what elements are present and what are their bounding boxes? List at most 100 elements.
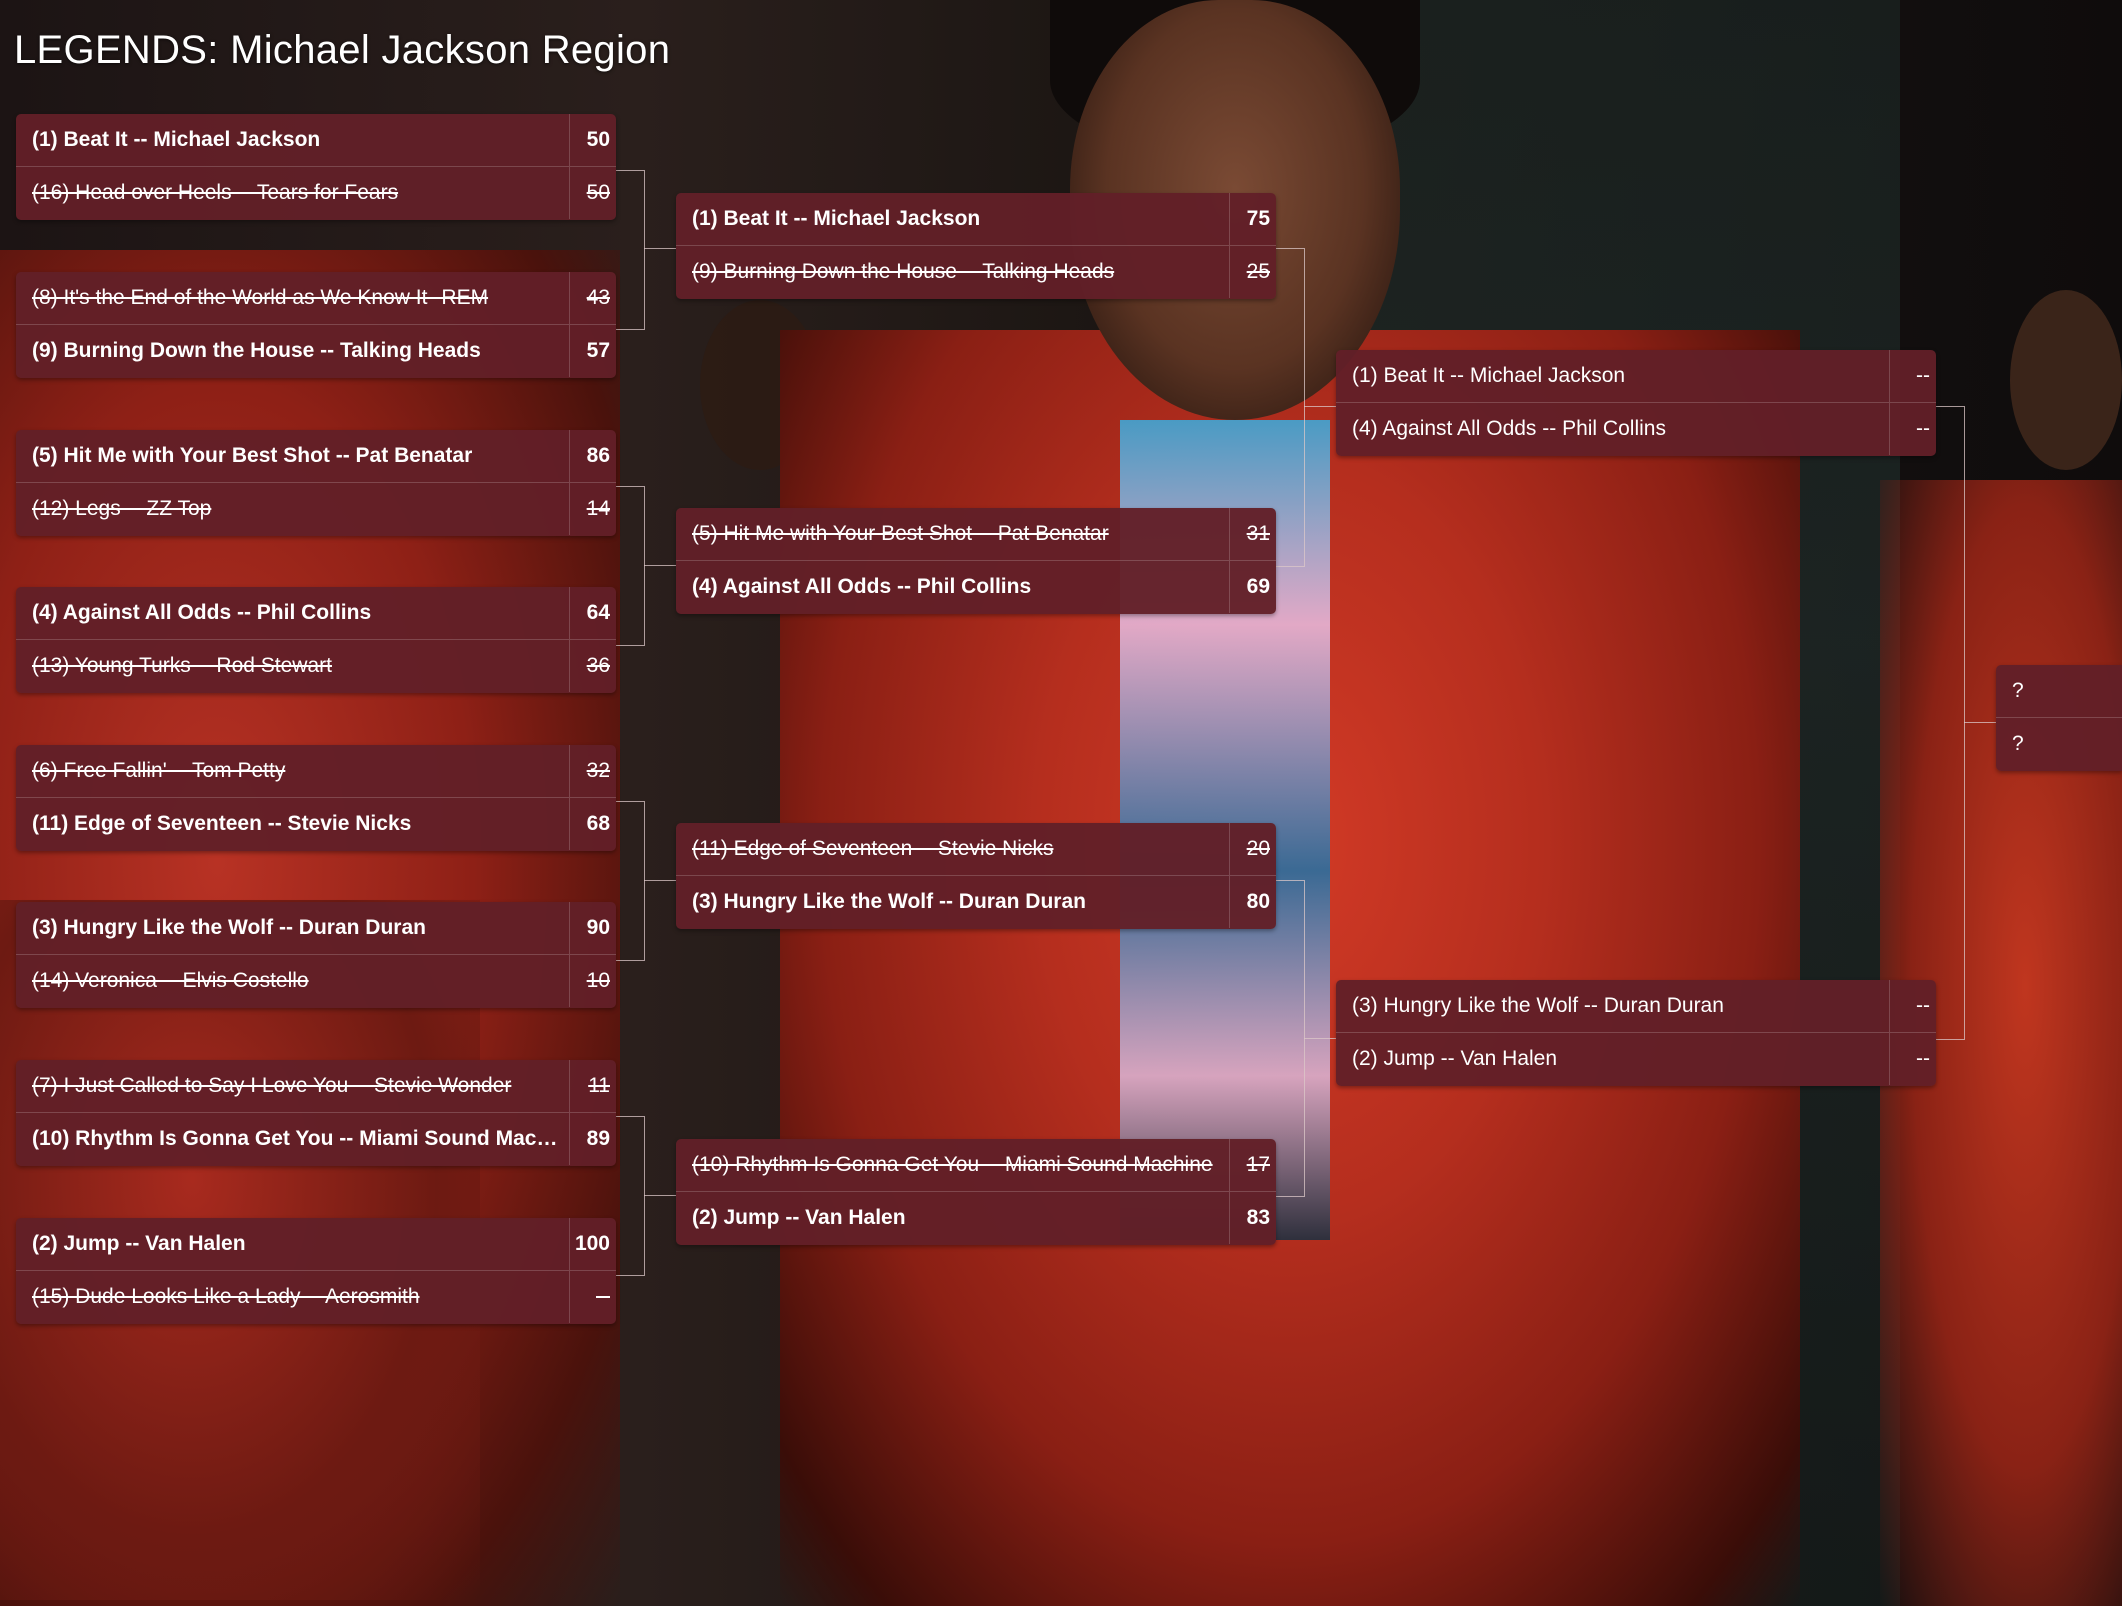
team-score: 20: [1229, 823, 1276, 875]
team-score: 57: [569, 325, 616, 377]
team-slot[interactable]: ?: [1996, 665, 2122, 718]
matchup-r1-1: (1) Beat It -- Michael Jackson 50 (16) He…: [16, 114, 616, 220]
team-name: (7) I Just Called to Say I Love You -- S…: [32, 1074, 512, 1097]
matchup-r1-8: (2) Jump -- Van Halen 100 (15) Dude Looks…: [16, 1218, 616, 1324]
team-name: (4) Against All Odds -- Phil Collins: [692, 575, 1032, 598]
team-score: --: [1889, 350, 1936, 402]
team-score: --: [1889, 403, 1936, 455]
team-score: 50: [569, 114, 616, 166]
team-slot[interactable]: (4) Against All Odds -- Phil Collins 64: [16, 587, 616, 640]
team-score: 90: [569, 902, 616, 954]
team-slot[interactable]: (3) Hungry Like the Wolf -- Duran Duran -…: [1336, 980, 1936, 1033]
matchup-r3-1: (1) Beat It -- Michael Jackson -- (4) Aga…: [1336, 350, 1936, 456]
team-name: (5) Hit Me with Your Best Shot -- Pat Be…: [692, 522, 1109, 545]
team-name: (3) Hungry Like the Wolf -- Duran Duran: [692, 890, 1086, 913]
team-name: (11) Edge of Seventeen -- Stevie Nicks: [32, 812, 412, 835]
team-score: 50: [569, 167, 616, 219]
team-slot[interactable]: (8) It's the End of the World as We Know…: [16, 272, 616, 325]
matchup-r2-1: (1) Beat It -- Michael Jackson 75 (9) Bur…: [676, 193, 1276, 299]
team-name: (13) Young Turks -- Rod Stewart: [32, 654, 332, 677]
team-name: (1) Beat It -- Michael Jackson: [692, 207, 981, 230]
matchup-r1-4: (4) Against All Odds -- Phil Collins 64 (…: [16, 587, 616, 693]
team-name: (1) Beat It -- Michael Jackson: [32, 128, 321, 151]
team-slot[interactable]: ?: [1996, 718, 2122, 770]
team-slot[interactable]: (14) Veronica -- Elvis Costello 10: [16, 955, 616, 1007]
team-score: 14: [569, 483, 616, 535]
team-name: (4) Against All Odds -- Phil Collins: [1352, 417, 1666, 440]
team-score: 43: [569, 272, 616, 324]
team-name: (2) Jump -- Van Halen: [692, 1206, 906, 1229]
team-score: 31: [1229, 508, 1276, 560]
team-score: 89: [569, 1113, 616, 1165]
team-name: (3) Hungry Like the Wolf -- Duran Duran: [1352, 994, 1724, 1017]
team-name: (10) Rhythm Is Gonna Get You -- Miami So…: [32, 1127, 569, 1150]
team-name: (15) Dude Looks Like a Lady -- Aerosmith: [32, 1285, 420, 1308]
matchup-r1-5: (6) Free Fallin' -- Tom Petty 32 (11) Edg…: [16, 745, 616, 851]
matchup-r4-1: ? ?: [1996, 665, 2122, 771]
team-slot[interactable]: (16) Head over Heels -- Tears for Fears 5…: [16, 167, 616, 219]
team-slot[interactable]: (15) Dude Looks Like a Lady -- Aerosmith…: [16, 1271, 616, 1323]
matchup-r2-2: (5) Hit Me with Your Best Shot -- Pat Be…: [676, 508, 1276, 614]
team-slot[interactable]: (11) Edge of Seventeen -- Stevie Nicks 20: [676, 823, 1276, 876]
team-slot[interactable]: (4) Against All Odds -- Phil Collins --: [1336, 403, 1936, 455]
team-slot[interactable]: (11) Edge of Seventeen -- Stevie Nicks 68: [16, 798, 616, 850]
team-slot[interactable]: (7) I Just Called to Say I Love You -- S…: [16, 1060, 616, 1113]
team-score: 32: [569, 745, 616, 797]
team-slot[interactable]: (10) Rhythm Is Gonna Get You -- Miami So…: [676, 1139, 1276, 1192]
team-slot[interactable]: (5) Hit Me with Your Best Shot -- Pat Be…: [676, 508, 1276, 561]
team-name: ?: [2012, 732, 2024, 755]
team-name: (2) Jump -- Van Halen: [1352, 1047, 1558, 1070]
matchup-r1-3: (5) Hit Me with Your Best Shot -- Pat Be…: [16, 430, 616, 536]
team-slot[interactable]: (6) Free Fallin' -- Tom Petty 32: [16, 745, 616, 798]
team-name: (10) Rhythm Is Gonna Get You -- Miami So…: [692, 1153, 1213, 1176]
team-name: (4) Against All Odds -- Phil Collins: [32, 601, 372, 624]
team-slot[interactable]: (9) Burning Down the House -- Talking He…: [676, 246, 1276, 298]
team-name: (2) Jump -- Van Halen: [32, 1232, 246, 1255]
team-slot[interactable]: (13) Young Turks -- Rod Stewart 36: [16, 640, 616, 692]
team-slot[interactable]: (1) Beat It -- Michael Jackson --: [1336, 350, 1936, 403]
team-score: 17: [1229, 1139, 1276, 1191]
team-score: 86: [569, 430, 616, 482]
team-name: (1) Beat It -- Michael Jackson: [1352, 364, 1626, 387]
team-slot[interactable]: (2) Jump -- Van Halen 100: [16, 1218, 616, 1271]
team-slot[interactable]: (1) Beat It -- Michael Jackson 50: [16, 114, 616, 167]
team-score: 80: [1229, 876, 1276, 928]
team-slot[interactable]: (5) Hit Me with Your Best Shot -- Pat Be…: [16, 430, 616, 483]
team-name: (12) Legs -- ZZ Top: [32, 497, 212, 520]
matchup-r2-4: (10) Rhythm Is Gonna Get You -- Miami So…: [676, 1139, 1276, 1245]
team-score: 83: [1229, 1192, 1276, 1244]
team-name: (16) Head over Heels -- Tears for Fears: [32, 181, 399, 204]
team-name: ?: [2012, 679, 2024, 702]
team-name: (14) Veronica -- Elvis Costello: [32, 969, 309, 992]
team-slot[interactable]: (3) Hungry Like the Wolf -- Duran Duran 9…: [16, 902, 616, 955]
team-score: 10: [569, 955, 616, 1007]
matchup-r1-6: (3) Hungry Like the Wolf -- Duran Duran 9…: [16, 902, 616, 1008]
region-title: LEGENDS: Michael Jackson Region: [14, 28, 671, 72]
matchup-r1-7: (7) I Just Called to Say I Love You -- S…: [16, 1060, 616, 1166]
team-score: --: [569, 1271, 616, 1323]
team-score: 64: [569, 587, 616, 639]
team-name: (8) It's the End of the World as We Know…: [32, 286, 489, 309]
team-score: --: [1889, 980, 1936, 1032]
matchup-r1-2: (8) It's the End of the World as We Know…: [16, 272, 616, 378]
matchup-r3-2: (3) Hungry Like the Wolf -- Duran Duran -…: [1336, 980, 1936, 1086]
team-name: (9) Burning Down the House -- Talking He…: [32, 339, 481, 362]
team-slot[interactable]: (10) Rhythm Is Gonna Get You -- Miami So…: [16, 1113, 616, 1165]
matchup-r2-3: (11) Edge of Seventeen -- Stevie Nicks 20…: [676, 823, 1276, 929]
team-slot[interactable]: (2) Jump -- Van Halen --: [1336, 1033, 1936, 1085]
team-score: 75: [1229, 193, 1276, 245]
team-slot[interactable]: (1) Beat It -- Michael Jackson 75: [676, 193, 1276, 246]
team-slot[interactable]: (9) Burning Down the House -- Talking He…: [16, 325, 616, 377]
team-name: (11) Edge of Seventeen -- Stevie Nicks: [692, 837, 1054, 860]
team-name: (9) Burning Down the House -- Talking He…: [692, 260, 1115, 283]
team-slot[interactable]: (4) Against All Odds -- Phil Collins 69: [676, 561, 1276, 613]
team-score: 36: [569, 640, 616, 692]
team-slot[interactable]: (3) Hungry Like the Wolf -- Duran Duran 8…: [676, 876, 1276, 928]
team-name: (3) Hungry Like the Wolf -- Duran Duran: [32, 916, 426, 939]
team-score: 69: [1229, 561, 1276, 613]
team-slot[interactable]: (12) Legs -- ZZ Top 14: [16, 483, 616, 535]
team-score: --: [1889, 1033, 1936, 1085]
team-name: (5) Hit Me with Your Best Shot -- Pat Be…: [32, 444, 473, 467]
team-score: 11: [569, 1060, 616, 1112]
team-slot[interactable]: (2) Jump -- Van Halen 83: [676, 1192, 1276, 1244]
